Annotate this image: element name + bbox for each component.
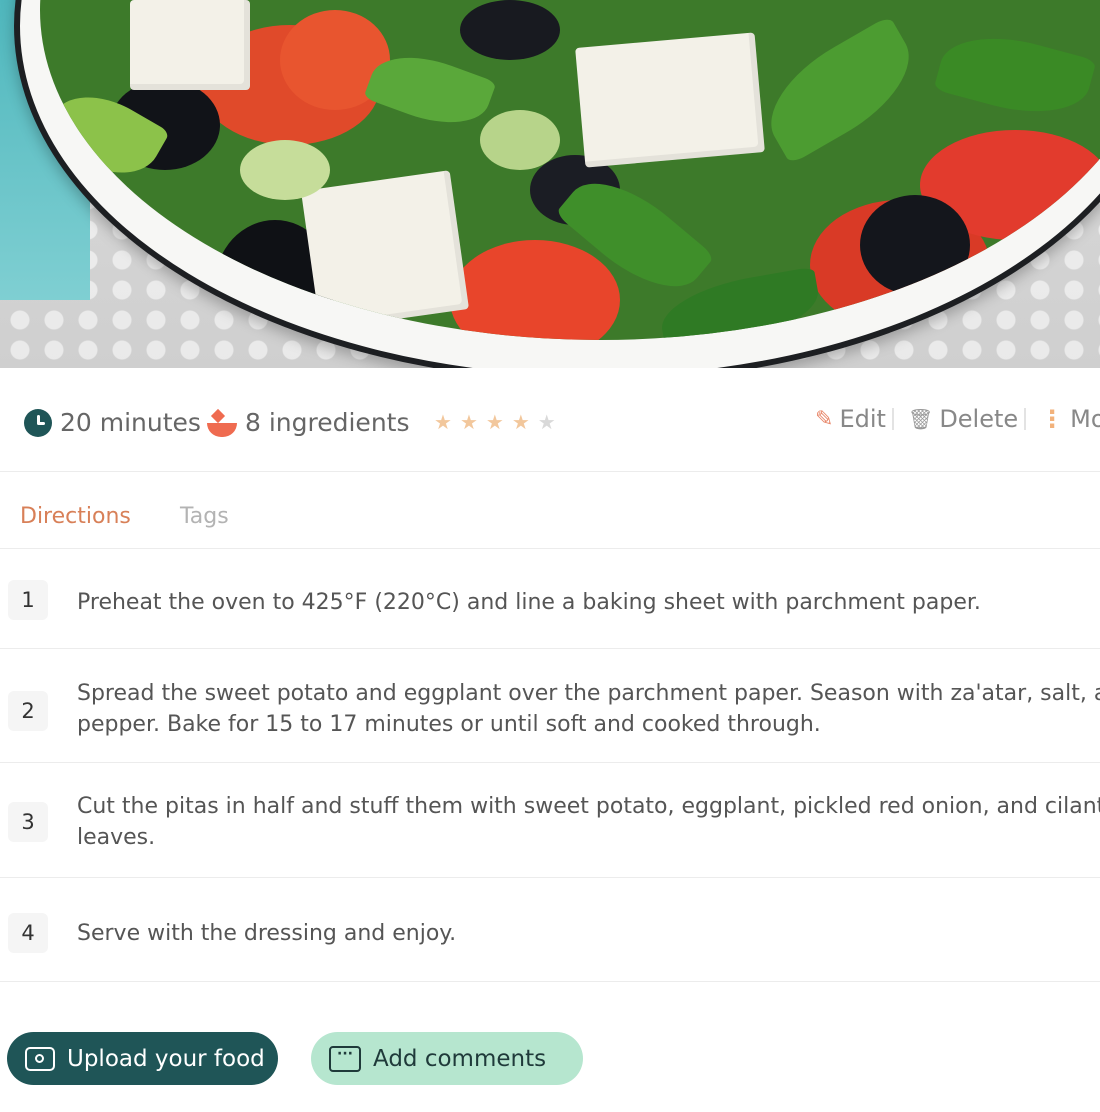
step-text: Spread the sweet potato and eggplant ove… — [77, 681, 1100, 737]
star-icon[interactable]: ★ — [538, 410, 556, 434]
pencil-icon: ✎ — [815, 406, 834, 432]
ingredients-label: 8 ingredients — [245, 408, 410, 437]
upload-food-button[interactable]: Upload your food — [7, 1032, 278, 1085]
time-info: 20 minutes — [24, 408, 201, 437]
ingredients-info: 8 ingredients — [207, 408, 410, 437]
direction-step: 4 Serve with the dressing and enjoy. — [0, 878, 1100, 982]
step-text: Preheat the oven to 425°F (220°C) and li… — [77, 590, 981, 615]
comment-icon: ··· — [329, 1045, 361, 1072]
salad-contents — [40, 0, 1100, 340]
direction-step: 1 Preheat the oven to 425°F (220°C) and … — [0, 549, 1100, 649]
camera-icon — [25, 1046, 55, 1071]
step-text: Serve with the dressing and enjoy. — [77, 921, 457, 946]
time-label: 20 minutes — [60, 408, 201, 437]
delete-button[interactable]: 🗑 Delete — [908, 405, 1018, 433]
step-text: Cut the pitas in half and stuff them wit… — [77, 794, 1100, 850]
upload-label: Upload your food — [67, 1045, 265, 1072]
tab-tags[interactable]: Tags — [180, 504, 229, 529]
add-comments-button[interactable]: ··· Add comments — [311, 1032, 583, 1085]
edit-label: Edit — [839, 405, 886, 433]
step-number: 1 — [8, 580, 48, 620]
tab-directions[interactable]: Directions — [20, 504, 131, 529]
divider — [1024, 408, 1027, 430]
delete-label: Delete — [939, 405, 1019, 433]
step-number: 2 — [8, 691, 48, 731]
bowl-icon — [207, 408, 237, 437]
star-icon[interactable]: ★ — [512, 410, 530, 434]
step-number: 3 — [8, 802, 48, 842]
clock-icon — [24, 408, 52, 437]
direction-step: 2 Spread the sweet potato and eggplant o… — [0, 649, 1100, 763]
more-label: Mor — [1070, 405, 1100, 433]
recipe-meta-bar: 20 minutes 8 ingredients ★ ★ ★ ★ ★ ✎ Edi… — [0, 368, 1100, 472]
more-vertical-icon: ⋮ — [1040, 405, 1065, 433]
star-icon[interactable]: ★ — [486, 410, 504, 434]
star-icon[interactable]: ★ — [434, 410, 452, 434]
recipe-actions: ✎ Edit 🗑 Delete ⋮ Mor — [815, 405, 1100, 433]
divider — [891, 408, 894, 430]
step-number: 4 — [8, 913, 48, 953]
direction-step: 3 Cut the pitas in half and stuff them w… — [0, 763, 1100, 878]
rating-stars[interactable]: ★ ★ ★ ★ ★ — [434, 410, 556, 434]
more-button[interactable]: ⋮ Mor — [1040, 405, 1100, 433]
recipe-hero-image — [0, 0, 1100, 368]
edit-button[interactable]: ✎ Edit — [815, 405, 886, 433]
star-icon[interactable]: ★ — [460, 410, 478, 434]
recipe-tabs: Directions Tags — [0, 472, 1100, 549]
trash-icon: 🗑 — [907, 407, 934, 431]
comment-label: Add comments — [373, 1045, 547, 1072]
